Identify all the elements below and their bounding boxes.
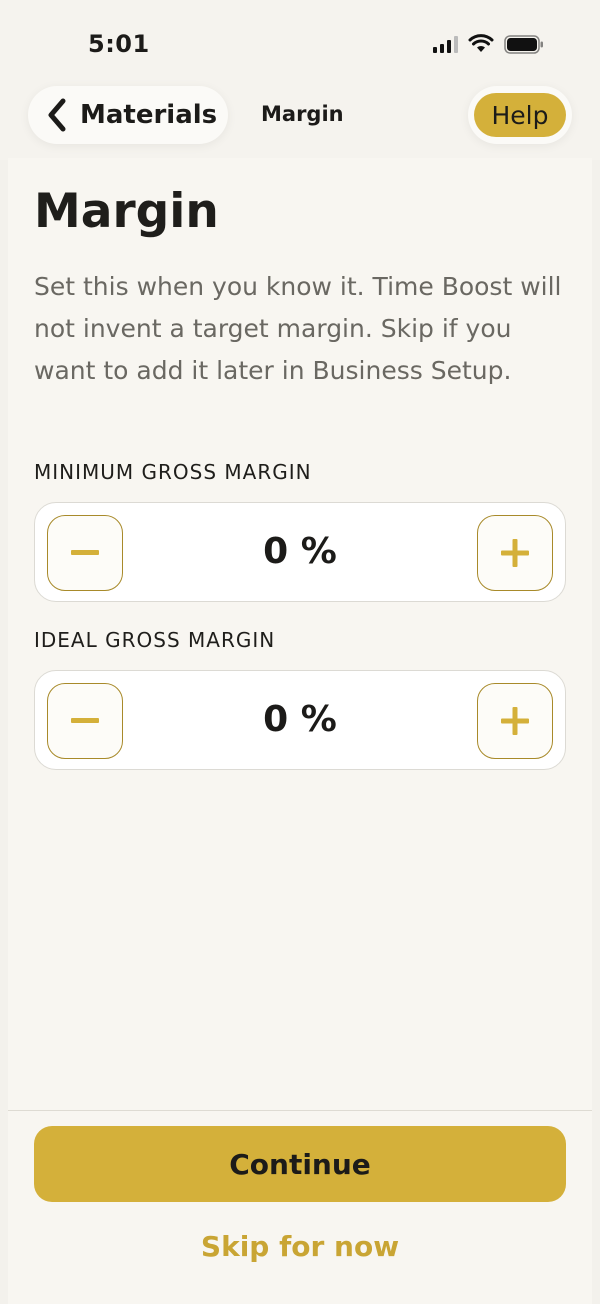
ideal-gross-margin-label: IDEAL GROSS MARGIN (34, 628, 276, 652)
plus-icon (501, 707, 529, 735)
chevron-left-icon (48, 98, 66, 132)
status-bar: 5:01 (0, 0, 600, 88)
nav-title: Margin (261, 102, 344, 126)
help-button[interactable]: Help (474, 93, 566, 137)
minimum-gross-margin-label: MINIMUM GROSS MARGIN (34, 460, 312, 484)
help-button-container: Help (468, 86, 572, 144)
battery-icon (504, 34, 543, 54)
back-button[interactable]: Materials (28, 86, 228, 144)
content-panel: Margin Set this when you know it. Time B… (8, 158, 592, 1304)
page-description: Set this when you know it. Time Boost wi… (34, 272, 562, 385)
skip-for-now-link[interactable]: Skip for now (8, 1230, 592, 1263)
footer-divider (8, 1110, 592, 1111)
back-button-label: Materials (80, 100, 218, 130)
continue-button[interactable]: Continue (34, 1126, 566, 1202)
screen: 5:01 Materials Margin Help Margin Set th… (0, 0, 600, 1304)
page-title: Margin (34, 184, 219, 239)
cellular-signal-icon (433, 35, 458, 53)
plus-icon (501, 539, 529, 567)
ideal-gross-margin-stepper: 0 % (34, 670, 566, 770)
ideal-margin-increment-button[interactable] (477, 683, 553, 759)
minimum-margin-increment-button[interactable] (477, 515, 553, 591)
nav-bar: Materials Margin Help (0, 80, 600, 160)
status-icons (433, 34, 544, 54)
minimum-gross-margin-stepper: 0 % (34, 502, 566, 602)
status-time: 5:01 (88, 30, 150, 58)
wifi-icon (468, 34, 494, 52)
